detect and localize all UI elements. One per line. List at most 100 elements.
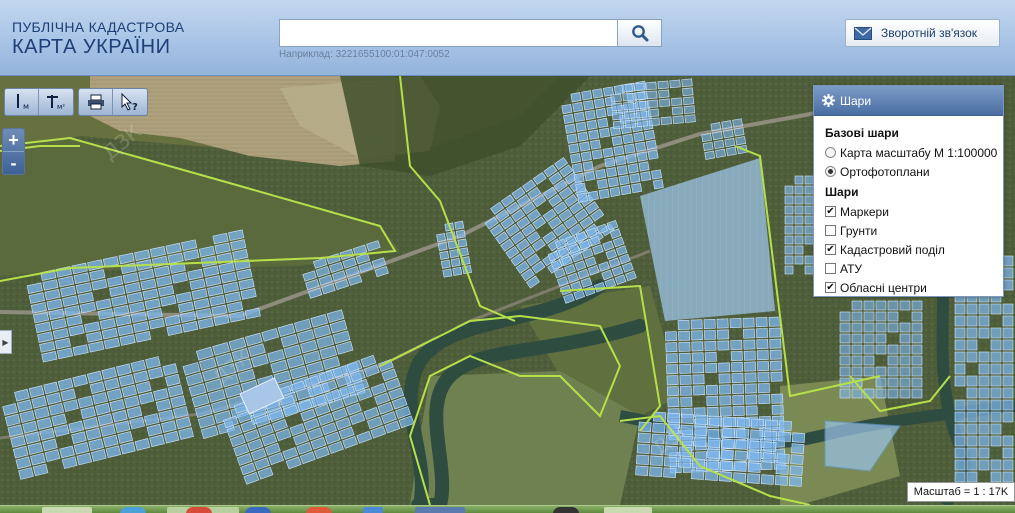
land-parcel[interactable] bbox=[777, 431, 792, 442]
base-layer-orthophoto[interactable]: Ортофотоплани bbox=[825, 162, 1003, 181]
land-parcel[interactable] bbox=[691, 352, 704, 363]
land-parcel[interactable] bbox=[659, 98, 671, 108]
land-parcel[interactable] bbox=[794, 225, 804, 235]
land-parcel[interactable] bbox=[692, 363, 705, 374]
land-parcel[interactable] bbox=[990, 423, 1002, 435]
land-parcel[interactable] bbox=[629, 173, 641, 184]
land-parcel[interactable] bbox=[561, 103, 573, 115]
land-parcel[interactable] bbox=[804, 185, 814, 195]
land-parcel[interactable] bbox=[954, 471, 966, 483]
land-parcel[interactable] bbox=[954, 339, 966, 351]
land-parcel[interactable] bbox=[663, 456, 678, 467]
land-parcel[interactable] bbox=[863, 344, 875, 355]
land-parcel[interactable] bbox=[863, 311, 875, 322]
land-parcel[interactable] bbox=[736, 428, 750, 439]
land-parcel[interactable] bbox=[647, 149, 659, 160]
land-parcel[interactable] bbox=[770, 360, 783, 371]
land-parcel[interactable] bbox=[621, 83, 633, 93]
land-parcel[interactable] bbox=[911, 311, 923, 322]
taskbar-item[interactable] bbox=[186, 507, 212, 513]
land-parcel[interactable] bbox=[596, 178, 608, 190]
land-parcel[interactable] bbox=[598, 188, 610, 199]
land-parcel[interactable] bbox=[769, 349, 782, 360]
taskbar-item[interactable] bbox=[306, 507, 332, 513]
land-parcel[interactable] bbox=[705, 384, 718, 395]
land-parcel[interactable] bbox=[990, 459, 1002, 471]
land-parcel[interactable] bbox=[635, 454, 650, 466]
land-parcel[interactable] bbox=[851, 311, 863, 322]
land-parcel[interactable] bbox=[966, 399, 978, 411]
land-parcel[interactable] bbox=[966, 339, 978, 351]
layers-panel-header[interactable]: Шари bbox=[814, 86, 1003, 116]
land-parcel[interactable] bbox=[623, 101, 635, 111]
land-parcel[interactable] bbox=[887, 322, 899, 333]
land-parcel[interactable] bbox=[887, 388, 899, 399]
land-parcel[interactable] bbox=[665, 342, 678, 353]
identify-button[interactable]: ? bbox=[113, 89, 147, 115]
land-parcel[interactable] bbox=[609, 186, 621, 197]
land-parcel[interactable] bbox=[990, 387, 1002, 399]
land-parcel[interactable] bbox=[666, 375, 679, 386]
land-parcel[interactable] bbox=[731, 383, 744, 394]
land-parcel[interactable] bbox=[750, 418, 765, 429]
land-parcel[interactable] bbox=[804, 205, 814, 215]
land-parcel[interactable] bbox=[604, 157, 616, 168]
land-parcel[interactable] bbox=[770, 371, 783, 382]
land-parcel[interactable] bbox=[978, 351, 990, 363]
land-parcel[interactable] bbox=[564, 123, 576, 134]
land-parcel[interactable] bbox=[911, 377, 923, 388]
land-parcel[interactable] bbox=[743, 350, 756, 361]
land-parcel[interactable] bbox=[966, 411, 978, 423]
land-parcel[interactable] bbox=[978, 327, 990, 339]
land-parcel[interactable] bbox=[851, 366, 863, 377]
land-parcel[interactable] bbox=[579, 141, 591, 152]
land-parcel[interactable] bbox=[954, 303, 966, 315]
land-parcel[interactable] bbox=[742, 317, 755, 328]
land-parcel[interactable] bbox=[455, 229, 466, 239]
land-parcel[interactable] bbox=[762, 452, 776, 463]
side-panel-toggle[interactable]: ▶ bbox=[0, 330, 12, 354]
land-parcel[interactable] bbox=[899, 388, 911, 399]
layer-markers[interactable]: ✔ Маркери bbox=[825, 202, 1003, 221]
land-parcel[interactable] bbox=[839, 366, 851, 377]
land-parcel[interactable] bbox=[615, 155, 627, 166]
land-parcel[interactable] bbox=[839, 344, 851, 355]
land-parcel[interactable] bbox=[887, 311, 899, 322]
land-parcel[interactable] bbox=[575, 121, 587, 132]
land-parcel[interactable] bbox=[978, 387, 990, 399]
land-parcel[interactable] bbox=[678, 341, 691, 352]
taskbar-item[interactable] bbox=[363, 507, 383, 513]
land-parcel[interactable] bbox=[732, 118, 743, 128]
land-parcel[interactable] bbox=[863, 300, 875, 311]
land-parcel[interactable] bbox=[665, 353, 678, 364]
land-parcel[interactable] bbox=[694, 414, 709, 426]
land-parcel[interactable] bbox=[692, 374, 705, 385]
land-parcel[interactable] bbox=[978, 315, 990, 327]
land-parcel[interactable] bbox=[771, 393, 784, 404]
land-parcel[interactable] bbox=[658, 89, 670, 99]
land-parcel[interactable] bbox=[602, 147, 614, 158]
land-parcel[interactable] bbox=[592, 88, 604, 99]
land-parcel[interactable] bbox=[573, 172, 585, 184]
land-parcel[interactable] bbox=[625, 153, 637, 164]
land-parcel[interactable] bbox=[645, 139, 657, 150]
zoom-out-button[interactable]: - bbox=[3, 151, 24, 174]
land-parcel[interactable] bbox=[863, 366, 875, 377]
land-parcel[interactable] bbox=[804, 175, 814, 185]
land-parcel[interactable] bbox=[804, 265, 814, 275]
land-parcel[interactable] bbox=[1002, 399, 1014, 411]
land-parcel[interactable] bbox=[966, 387, 978, 399]
land-parcel[interactable] bbox=[717, 340, 730, 351]
land-parcel[interactable] bbox=[839, 388, 851, 399]
land-parcel[interactable] bbox=[791, 443, 805, 454]
land-parcel[interactable] bbox=[1002, 279, 1014, 291]
land-parcel[interactable] bbox=[966, 459, 978, 471]
land-parcel[interactable] bbox=[613, 145, 625, 156]
land-parcel[interactable] bbox=[954, 435, 966, 447]
land-parcel[interactable] bbox=[1002, 375, 1014, 387]
land-parcel[interactable] bbox=[1002, 339, 1014, 351]
land-parcel[interactable] bbox=[1002, 267, 1014, 279]
land-parcel[interactable] bbox=[756, 339, 769, 350]
land-parcel[interactable] bbox=[716, 318, 729, 329]
land-parcel[interactable] bbox=[720, 449, 734, 460]
